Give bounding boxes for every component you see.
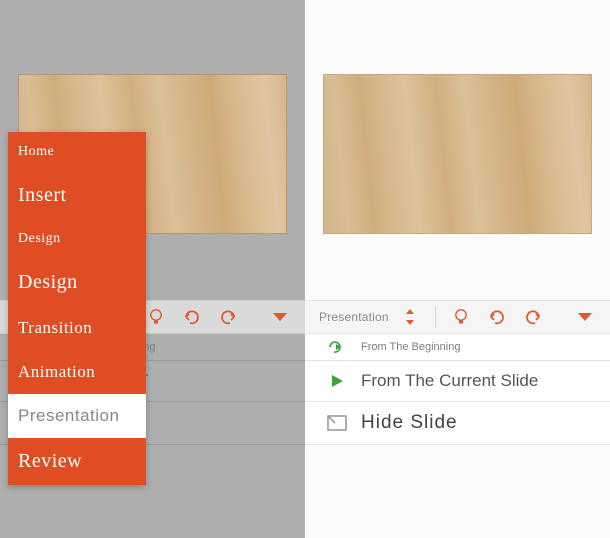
option-label: From The Beginning [361,341,460,353]
menu-item-animation[interactable]: Animation [8,350,146,394]
options-list: From The Beginning From The Current Slid… [305,334,610,445]
menu-item-design-1[interactable]: Design [8,219,146,259]
ribbon-menu: Home Insert Design Design Transition Ani… [8,132,146,485]
undo-icon[interactable] [486,306,508,328]
slide-box-icon [327,415,347,431]
menu-item-review[interactable]: Review [8,438,146,485]
menu-item-presentation[interactable]: Presentation [8,394,146,438]
option-label: Hide Slide [361,412,458,434]
toolbar-label: Presentation [319,310,389,324]
play-icon [327,373,347,389]
updown-icon[interactable] [399,306,421,328]
menu-item-insert[interactable]: Insert [8,172,146,219]
toolbar: Presentation [305,300,610,334]
bulb-icon[interactable] [450,306,472,328]
redo-icon[interactable] [522,306,544,328]
menu-item-transition[interactable]: Transition [8,306,146,350]
dropdown-icon[interactable] [574,306,596,328]
menu-item-design-2[interactable]: Design [8,259,146,306]
play-loop-icon [327,340,347,354]
right-pane: Presentation From The Beginning [305,0,610,538]
slide-thumbnail [323,74,592,234]
menu-item-home[interactable]: Home [8,132,146,172]
option-hide-slide[interactable]: Hide Slide [305,402,610,445]
option-label: From The Current Slide [361,371,538,391]
option-from-current-slide[interactable]: From The Current Slide [305,361,610,402]
left-pane: Presentation From The Beginning [0,0,305,538]
option-from-beginning[interactable]: From The Beginning [305,334,610,361]
separator [435,306,436,328]
